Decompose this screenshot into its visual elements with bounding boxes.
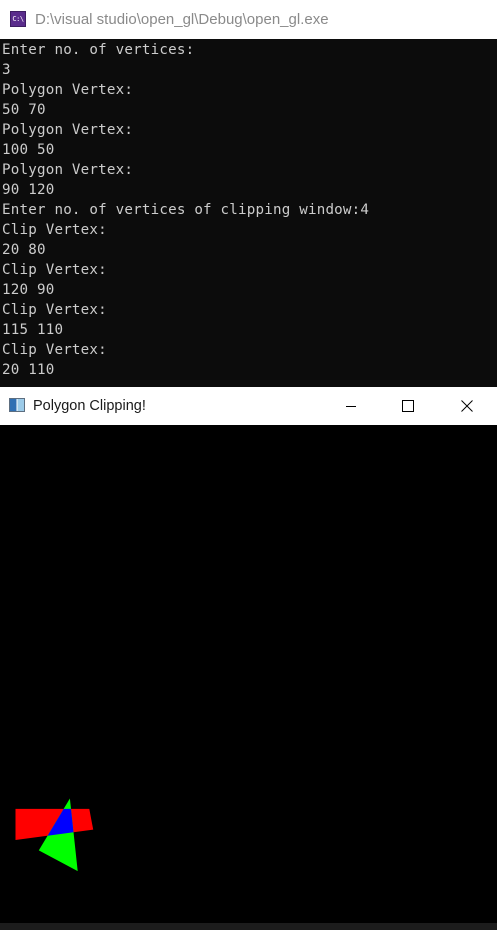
console-line: 90 120 [2,182,55,198]
close-button[interactable] [444,387,490,425]
console-line: Polygon Vertex: [2,122,134,138]
console-line: Clip Vertex: [2,302,107,318]
console-output: Enter no. of vertices: 3 Polygon Vertex: 50… [2,40,497,380]
console-line: 3 [2,62,11,78]
maximize-button[interactable] [385,387,431,425]
console-line: Clip Vertex: [2,262,107,278]
opengl-titlebar[interactable]: Polygon Clipping! [0,387,497,425]
console-app-icon: C:\ [10,11,26,27]
opengl-window-title: Polygon Clipping! [33,398,146,414]
console-window: C:\ D:\visual studio\open_gl\Debug\open_… [0,0,497,387]
console-line: 50 70 [2,102,46,118]
maximize-icon [402,400,414,412]
window-bottom-edge [0,923,497,930]
console-line: Polygon Vertex: [2,162,134,178]
console-line: Clip Vertex: [2,222,107,238]
opengl-window: Polygon Clipping! [0,387,497,930]
console-line: 20 80 [2,242,46,258]
window-app-icon [9,398,25,412]
minimize-icon [346,406,356,407]
close-icon [461,400,473,412]
console-line: Clip Vertex: [2,342,107,358]
console-window-title: D:\visual studio\open_gl\Debug\open_gl.e… [35,11,329,28]
console-titlebar[interactable]: C:\ D:\visual studio\open_gl\Debug\open_… [0,0,497,39]
console-line: Enter no. of vertices: [2,42,195,58]
console-line: Polygon Vertex: [2,82,134,98]
console-line: 20 110 [2,362,55,378]
minimize-button[interactable] [328,387,374,425]
console-line: Enter no. of vertices of clipping window… [2,202,370,218]
opengl-render-canvas [0,425,497,923]
console-line: 100 50 [2,142,55,158]
console-line: 120 90 [2,282,55,298]
console-line: 115 110 [2,322,64,338]
